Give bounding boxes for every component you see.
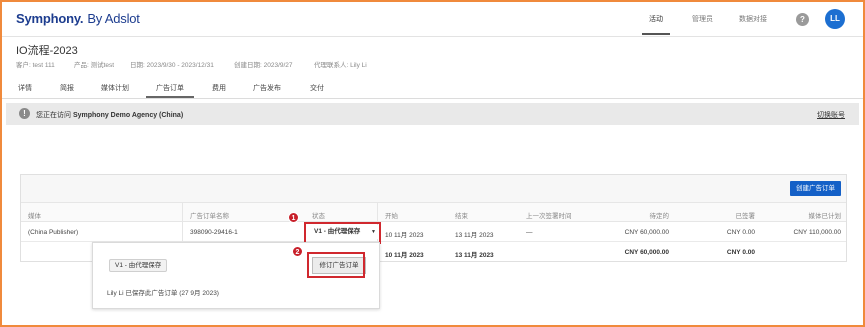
cell-start: 10 11月 2023 bbox=[385, 232, 424, 239]
tab-delivery[interactable]: 交付 bbox=[310, 83, 324, 93]
cell-pending: CNY 60,000.00 bbox=[624, 229, 669, 236]
tab-ad-delivery-setup[interactable]: 广告发布 bbox=[253, 83, 281, 93]
agency-notice: ! 您正在访问 Symphony Demo Agency (China) 切换账… bbox=[6, 103, 859, 125]
tab-costs[interactable]: 费用 bbox=[212, 83, 226, 93]
tab-media-plan[interactable]: 媒体计划 bbox=[101, 83, 129, 93]
col-start: 开始 bbox=[385, 213, 398, 220]
step-badge-2: 2 bbox=[292, 246, 303, 257]
cell-media: (China Publisher) bbox=[28, 229, 79, 236]
top-nav: 活动 管理员 数据对接 ? LL bbox=[2, 2, 863, 36]
version-chip: V1 - 由代理保存 bbox=[109, 259, 168, 272]
nav-data-integration[interactable]: 数据对接 bbox=[739, 14, 767, 24]
total-pending: CNY 60,000.00 bbox=[624, 249, 669, 256]
total-end: 13 11月 2023 bbox=[455, 252, 494, 259]
col-media-planned: 媒体已计划 bbox=[808, 213, 842, 220]
header-divider bbox=[2, 36, 863, 37]
total-signed: CNY 0.00 bbox=[726, 249, 755, 256]
help-icon[interactable]: ? bbox=[796, 13, 809, 26]
col-end: 结束 bbox=[455, 213, 468, 220]
top-bar: Symphony. By Adslot 活动 管理员 数据对接 ? LL bbox=[2, 2, 863, 36]
col-status: 状态 bbox=[312, 213, 325, 220]
tabs-divider bbox=[2, 98, 863, 99]
table-header: 媒体 广告订单名称 状态 开始 结束 上一次签署时间 待定的 已签署 媒体已计划 bbox=[21, 202, 846, 222]
col-signed: 已签署 bbox=[735, 213, 756, 220]
notice-prefix: 您正在访问 bbox=[36, 112, 71, 119]
cell-last-signed: — bbox=[526, 229, 533, 236]
notice-text: 您正在访问 Symphony Demo Agency (China) bbox=[36, 110, 183, 120]
tab-insertion-orders[interactable]: 广告订单 bbox=[156, 83, 184, 93]
screenshot-frame: Symphony. By Adslot 活动 管理员 数据对接 ? LL IO流程… bbox=[0, 0, 865, 327]
highlight-revise bbox=[307, 252, 365, 278]
tab-details[interactable]: 详情 bbox=[18, 83, 32, 93]
col-pending: 待定的 bbox=[649, 213, 670, 220]
saved-info-text: Lily Li 已保存此广告订单 (27 9月 2023) bbox=[107, 290, 219, 297]
meta-dates: 日期: 2023/9/30 - 2023/12/31 bbox=[130, 62, 214, 69]
switch-account-link[interactable]: 切换账号 bbox=[817, 110, 845, 120]
cell-order-name[interactable]: 398090-29416-1 bbox=[190, 229, 238, 236]
panel-toolbar: 创建广告订单 bbox=[21, 175, 846, 202]
create-insertion-order-button[interactable]: 创建广告订单 bbox=[790, 181, 841, 196]
meta-contact: 代理联系人: Lily Li bbox=[314, 62, 367, 69]
page-title: IO流程-2023 bbox=[16, 45, 78, 57]
info-icon: ! bbox=[19, 108, 30, 119]
cell-media-planned: CNY 110,000.00 bbox=[793, 229, 841, 236]
table-row[interactable]: (China Publisher) 398090-29416-1 10 11月 … bbox=[21, 222, 846, 242]
col-last-signed: 上一次签署时间 bbox=[526, 213, 572, 220]
tab-brief[interactable]: 简报 bbox=[60, 83, 74, 93]
highlight-status bbox=[304, 222, 381, 244]
meta-client: 客户: test 111 bbox=[16, 62, 55, 69]
cell-signed: CNY 0.00 bbox=[726, 229, 755, 236]
notice-agency: Symphony Demo Agency (China) bbox=[72, 112, 184, 119]
meta-created: 创建日期: 2023/9/27 bbox=[234, 62, 293, 69]
step-badge-1: 1 bbox=[288, 212, 299, 223]
col-media: 媒体 bbox=[28, 213, 41, 220]
nav-active-underline bbox=[642, 33, 670, 35]
col-order-name: 广告订单名称 bbox=[190, 213, 229, 220]
nav-admin[interactable]: 管理员 bbox=[692, 14, 713, 24]
cell-end: 13 11月 2023 bbox=[455, 232, 494, 239]
nav-campaigns[interactable]: 活动 bbox=[649, 14, 663, 24]
meta-product: 产品: 测试test bbox=[74, 62, 115, 69]
user-avatar[interactable]: LL bbox=[825, 9, 845, 29]
tab-bar: 详情 简报 媒体计划 广告订单 费用 广告发布 交付 bbox=[2, 76, 863, 98]
total-start: 10 11月 2023 bbox=[385, 252, 424, 259]
